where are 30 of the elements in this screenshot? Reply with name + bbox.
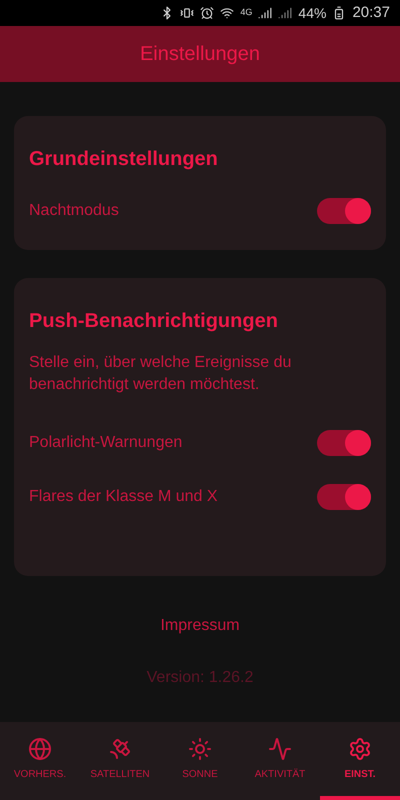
signal-icon [278, 6, 292, 20]
network-label: 4G [240, 6, 252, 20]
section-title: Grundeinstellungen [29, 147, 219, 172]
vibrate-icon [180, 6, 194, 20]
setting-label: Flares der Klasse M und X [29, 487, 218, 507]
alarm-icon [200, 6, 214, 20]
battery-percent: 44% [298, 4, 326, 22]
toggle-switch[interactable] [317, 484, 371, 510]
signal-icon [258, 6, 272, 20]
nav-tab[interactable]: VORHERS. [0, 722, 80, 800]
section-title: Push-Benachrichtigungen [29, 309, 279, 334]
globe-icon [28, 736, 52, 760]
impressum-link[interactable]: Impressum [160, 614, 240, 638]
nav-tab[interactable]: SATELLITEN [80, 722, 160, 800]
wifi-icon [220, 6, 234, 20]
toggle-switch[interactable] [317, 198, 371, 224]
setting-label: Polarlicht-Warnungen [29, 433, 182, 453]
nav-tab[interactable]: SONNE [160, 722, 240, 800]
toggle-switch[interactable] [317, 430, 371, 456]
clock: 20:37 [352, 2, 390, 23]
version-label: Version: 1.26.2 [146, 668, 254, 688]
sun-icon [188, 736, 212, 760]
setting-label: Nachtmodus [29, 201, 119, 221]
section-description: Stelle ein, über welche Ereignisse du benachrichtigt werden möchtest. [29, 353, 292, 395]
header-title: Einstellungen [140, 42, 260, 67]
satellite-icon [108, 736, 132, 760]
nav-tab[interactable]: AKTIVITÄT [240, 722, 320, 800]
pulse-icon [268, 736, 292, 760]
settings-icon [348, 736, 372, 760]
nav-tab[interactable]: EINST. [320, 722, 400, 800]
